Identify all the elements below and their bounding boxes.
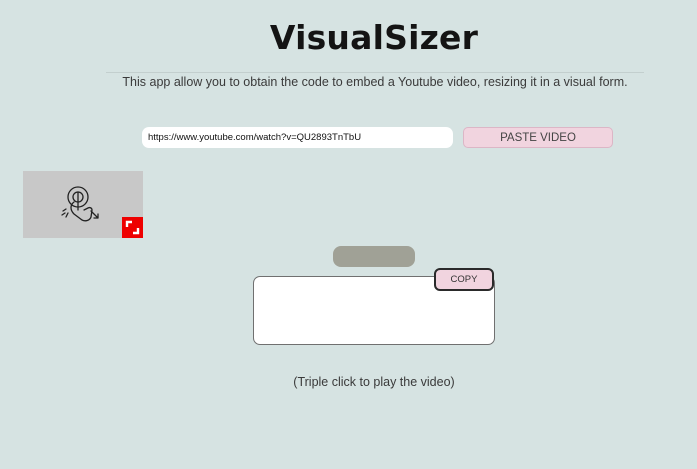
play-hint: (Triple click to play the video) <box>293 375 455 389</box>
paste-video-button[interactable]: PASTE VIDEO <box>463 127 613 148</box>
app-subtitle: This app allow you to obtain the code to… <box>106 72 644 89</box>
triple-tap-gesture-icon <box>61 186 99 222</box>
video-size-display <box>333 246 415 267</box>
youtube-url-input[interactable] <box>142 127 453 148</box>
copy-button[interactable]: COPY <box>434 268 494 291</box>
video-preview-box[interactable] <box>23 171 143 238</box>
app-title: VisualSizer <box>269 18 479 57</box>
resize-handle-icon <box>125 220 140 235</box>
resize-handle[interactable] <box>122 217 143 238</box>
page: VisualSizer This app allow you to obtain… <box>0 0 697 469</box>
